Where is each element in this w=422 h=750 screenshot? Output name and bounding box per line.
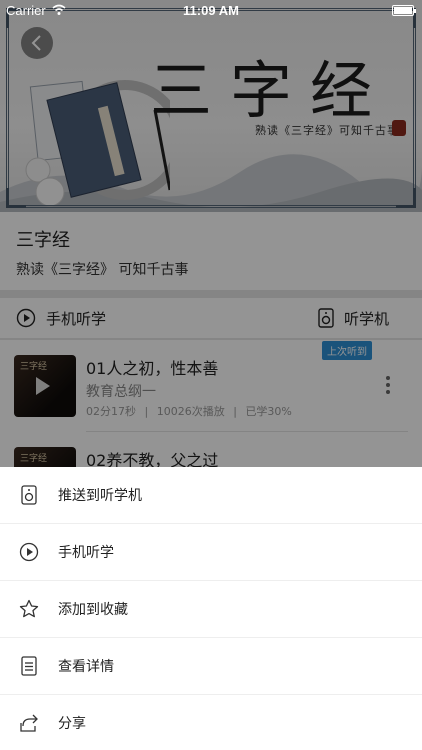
phone-listen-item[interactable]: 手机听学 xyxy=(0,524,422,580)
phone-listen-label: 手机听学 xyxy=(58,545,114,561)
play-circle-icon xyxy=(18,541,40,563)
status-bar: Carrier 11:09 AM xyxy=(0,0,422,22)
add-to-favorites-label: 添加到收藏 xyxy=(58,602,128,618)
view-details-label: 查看详情 xyxy=(58,659,114,675)
add-to-favorites-item[interactable]: 添加到收藏 xyxy=(0,581,422,637)
battery-icon xyxy=(392,5,416,16)
speaker-icon xyxy=(18,484,40,506)
action-sheet: 推送到听学机 手机听学 添加到收藏 查看详情 分享 xyxy=(0,467,422,750)
document-icon xyxy=(18,655,40,677)
push-to-machine-label: 推送到听学机 xyxy=(58,488,142,504)
share-item[interactable]: 分享 xyxy=(0,695,422,750)
star-icon xyxy=(18,598,40,620)
dim-overlay[interactable] xyxy=(0,0,422,467)
share-label: 分享 xyxy=(58,716,86,732)
push-to-machine-item[interactable]: 推送到听学机 xyxy=(0,467,422,523)
clock: 11:09 AM xyxy=(183,3,239,18)
view-details-item[interactable]: 查看详情 xyxy=(0,638,422,694)
share-icon xyxy=(18,712,40,734)
